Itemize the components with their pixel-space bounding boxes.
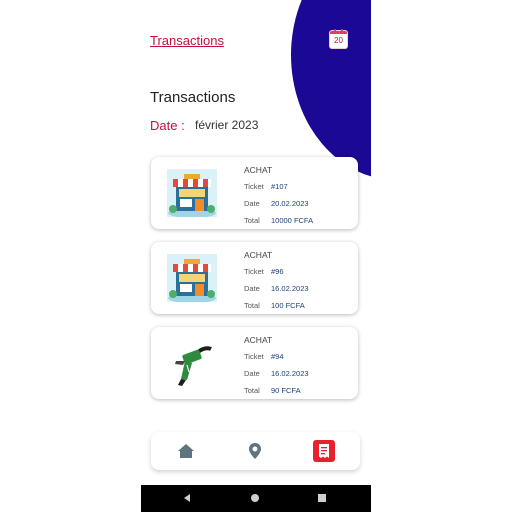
- transactions-link[interactable]: Transactions: [150, 33, 224, 48]
- total-value: 10000 FCFA: [271, 216, 314, 225]
- total-row: Total 100 FCFA: [244, 301, 305, 310]
- transaction-type: ACHAT: [244, 165, 273, 175]
- fuel-nozzle-icon: [175, 346, 212, 386]
- total-value: 100 FCFA: [271, 301, 305, 310]
- phone-screen: Transactions 20 Transactions Date : févr…: [141, 0, 371, 512]
- ticket-row: Ticket #107: [244, 182, 288, 191]
- ticket-value: #107: [271, 182, 288, 191]
- date-row-label: Date: [244, 199, 260, 208]
- ticket-value: #94: [271, 352, 284, 361]
- date-row-label: Date: [244, 369, 260, 378]
- date-value: février 2023: [195, 118, 259, 132]
- calendar-icon[interactable]: 20: [330, 29, 347, 48]
- total-value: 90 FCFA: [271, 386, 301, 395]
- date-row-value: 16.02.2023: [271, 369, 309, 378]
- ticket-value: #96: [271, 267, 284, 276]
- home-circle-icon[interactable]: [250, 493, 260, 503]
- store-icon: [167, 254, 217, 302]
- date-row: Date 16.02.2023: [244, 369, 309, 378]
- ticket-label: Ticket: [244, 182, 264, 191]
- receipt-icon[interactable]: [313, 440, 335, 462]
- system-nav-bar: [141, 485, 371, 512]
- ticket-label: Ticket: [244, 267, 264, 276]
- bottom-nav: [151, 432, 360, 470]
- date-row-value: 16.02.2023: [271, 284, 309, 293]
- total-label: Total: [244, 386, 260, 395]
- location-pin-icon[interactable]: [244, 440, 266, 462]
- calendar-day: 20: [334, 36, 343, 45]
- date-row-value: 20.02.2023: [271, 199, 309, 208]
- transaction-type: ACHAT: [244, 335, 273, 345]
- total-label: Total: [244, 216, 260, 225]
- total-row: Total 90 FCFA: [244, 386, 301, 395]
- page-title: Transactions: [150, 89, 236, 106]
- transaction-type: ACHAT: [244, 250, 273, 260]
- back-icon[interactable]: [182, 493, 192, 503]
- date-label: Date :: [150, 118, 185, 133]
- store-icon: [167, 169, 217, 217]
- transaction-card[interactable]: ACHAT Ticket #107 Date 20.02.2023 Total 100…: [151, 157, 358, 229]
- recents-icon[interactable]: [317, 493, 327, 503]
- ticket-row: Ticket #96: [244, 267, 284, 276]
- date-row: Date 16.02.2023: [244, 284, 309, 293]
- total-label: Total: [244, 301, 260, 310]
- ticket-row: Ticket #94: [244, 352, 284, 361]
- home-icon[interactable]: [175, 440, 197, 462]
- decorative-blob: [291, 0, 371, 180]
- transaction-card[interactable]: ACHAT Ticket #96 Date 16.02.2023 Total 100 …: [151, 242, 358, 314]
- transaction-card[interactable]: ACHAT Ticket #94 Date 16.02.2023 Total 90 F…: [151, 327, 358, 399]
- ticket-label: Ticket: [244, 352, 264, 361]
- date-row-label: Date: [244, 284, 260, 293]
- date-row: Date 20.02.2023: [244, 199, 309, 208]
- total-row: Total 10000 FCFA: [244, 216, 313, 225]
